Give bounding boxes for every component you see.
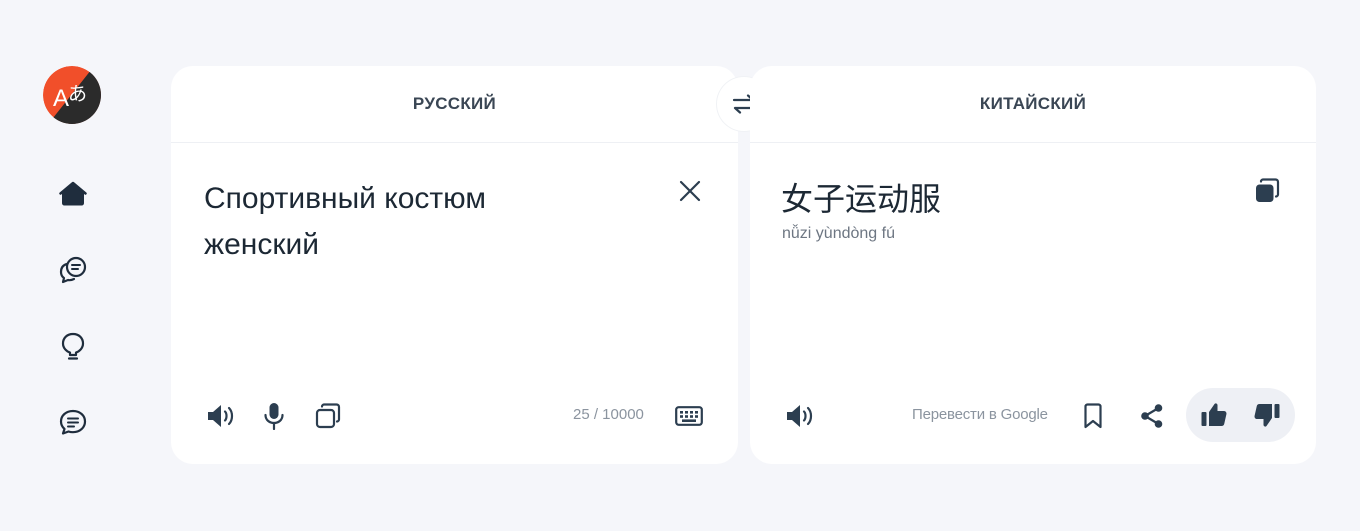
share-icon [1141,404,1163,428]
sidebar-item-ideas[interactable] [53,326,93,366]
lightbulb-icon [61,332,85,360]
logo-letter: A [53,85,69,112]
target-panel-header: КИТАЙСКИЙ [750,66,1316,143]
translator-logo-icon: A あ [43,66,101,124]
translation-copy-button[interactable] [1252,176,1282,206]
transliteration-text: nǚzi yùndòng fú [782,225,895,242]
dialog-icon [59,256,87,284]
close-icon [679,180,701,202]
copy-icon [315,403,341,429]
thumbs-down-button[interactable] [1247,395,1287,435]
clear-button[interactable] [675,176,705,206]
bookmark-button[interactable] [1073,396,1113,436]
translation-text: 女子运动服 [781,181,942,217]
microphone-icon [264,403,284,430]
sidebar-item-home[interactable] [53,174,93,214]
source-language-button[interactable]: РУССКИЙ [397,86,512,122]
keyboard-button[interactable] [669,396,709,436]
translator-logo[interactable]: A あ [43,66,101,124]
sidebar-item-dialog[interactable] [53,250,93,290]
target-speak-button[interactable] [780,396,820,436]
thumbs-up-button[interactable] [1194,395,1234,435]
thumbs-up-icon [1201,403,1227,426]
share-button[interactable] [1132,396,1172,436]
speaker-icon [208,405,234,427]
source-panel: РУССКИЙ Спортивный костюм женский 25 / 1… [171,66,738,464]
home-icon [59,181,87,206]
translate-in-google-link[interactable]: Перевести в Google [912,406,1048,423]
source-copy-button[interactable] [308,396,348,436]
keyboard-icon [675,406,703,426]
source-text-input[interactable]: Спортивный костюм женский [204,176,664,268]
source-panel-header: РУССКИЙ [171,66,738,143]
bookmark-icon [1084,403,1102,429]
logo-glyph: あ [68,83,87,105]
copy-filled-icon [1256,178,1280,202]
character-counter: 25 / 10000 [573,406,644,423]
feedback-group [1186,388,1295,442]
sidebar-item-chat[interactable] [53,402,93,442]
speaker-icon [787,405,813,427]
source-speak-button[interactable] [201,396,241,436]
target-language-button[interactable]: КИТАЙСКИЙ [964,86,1102,122]
microphone-button[interactable] [254,396,294,436]
chat-icon [59,409,87,435]
thumbs-down-icon [1254,404,1280,427]
target-panel: КИТАЙСКИЙ 女子运动服 nǚzi yùndòng fú Перевест… [750,66,1316,464]
